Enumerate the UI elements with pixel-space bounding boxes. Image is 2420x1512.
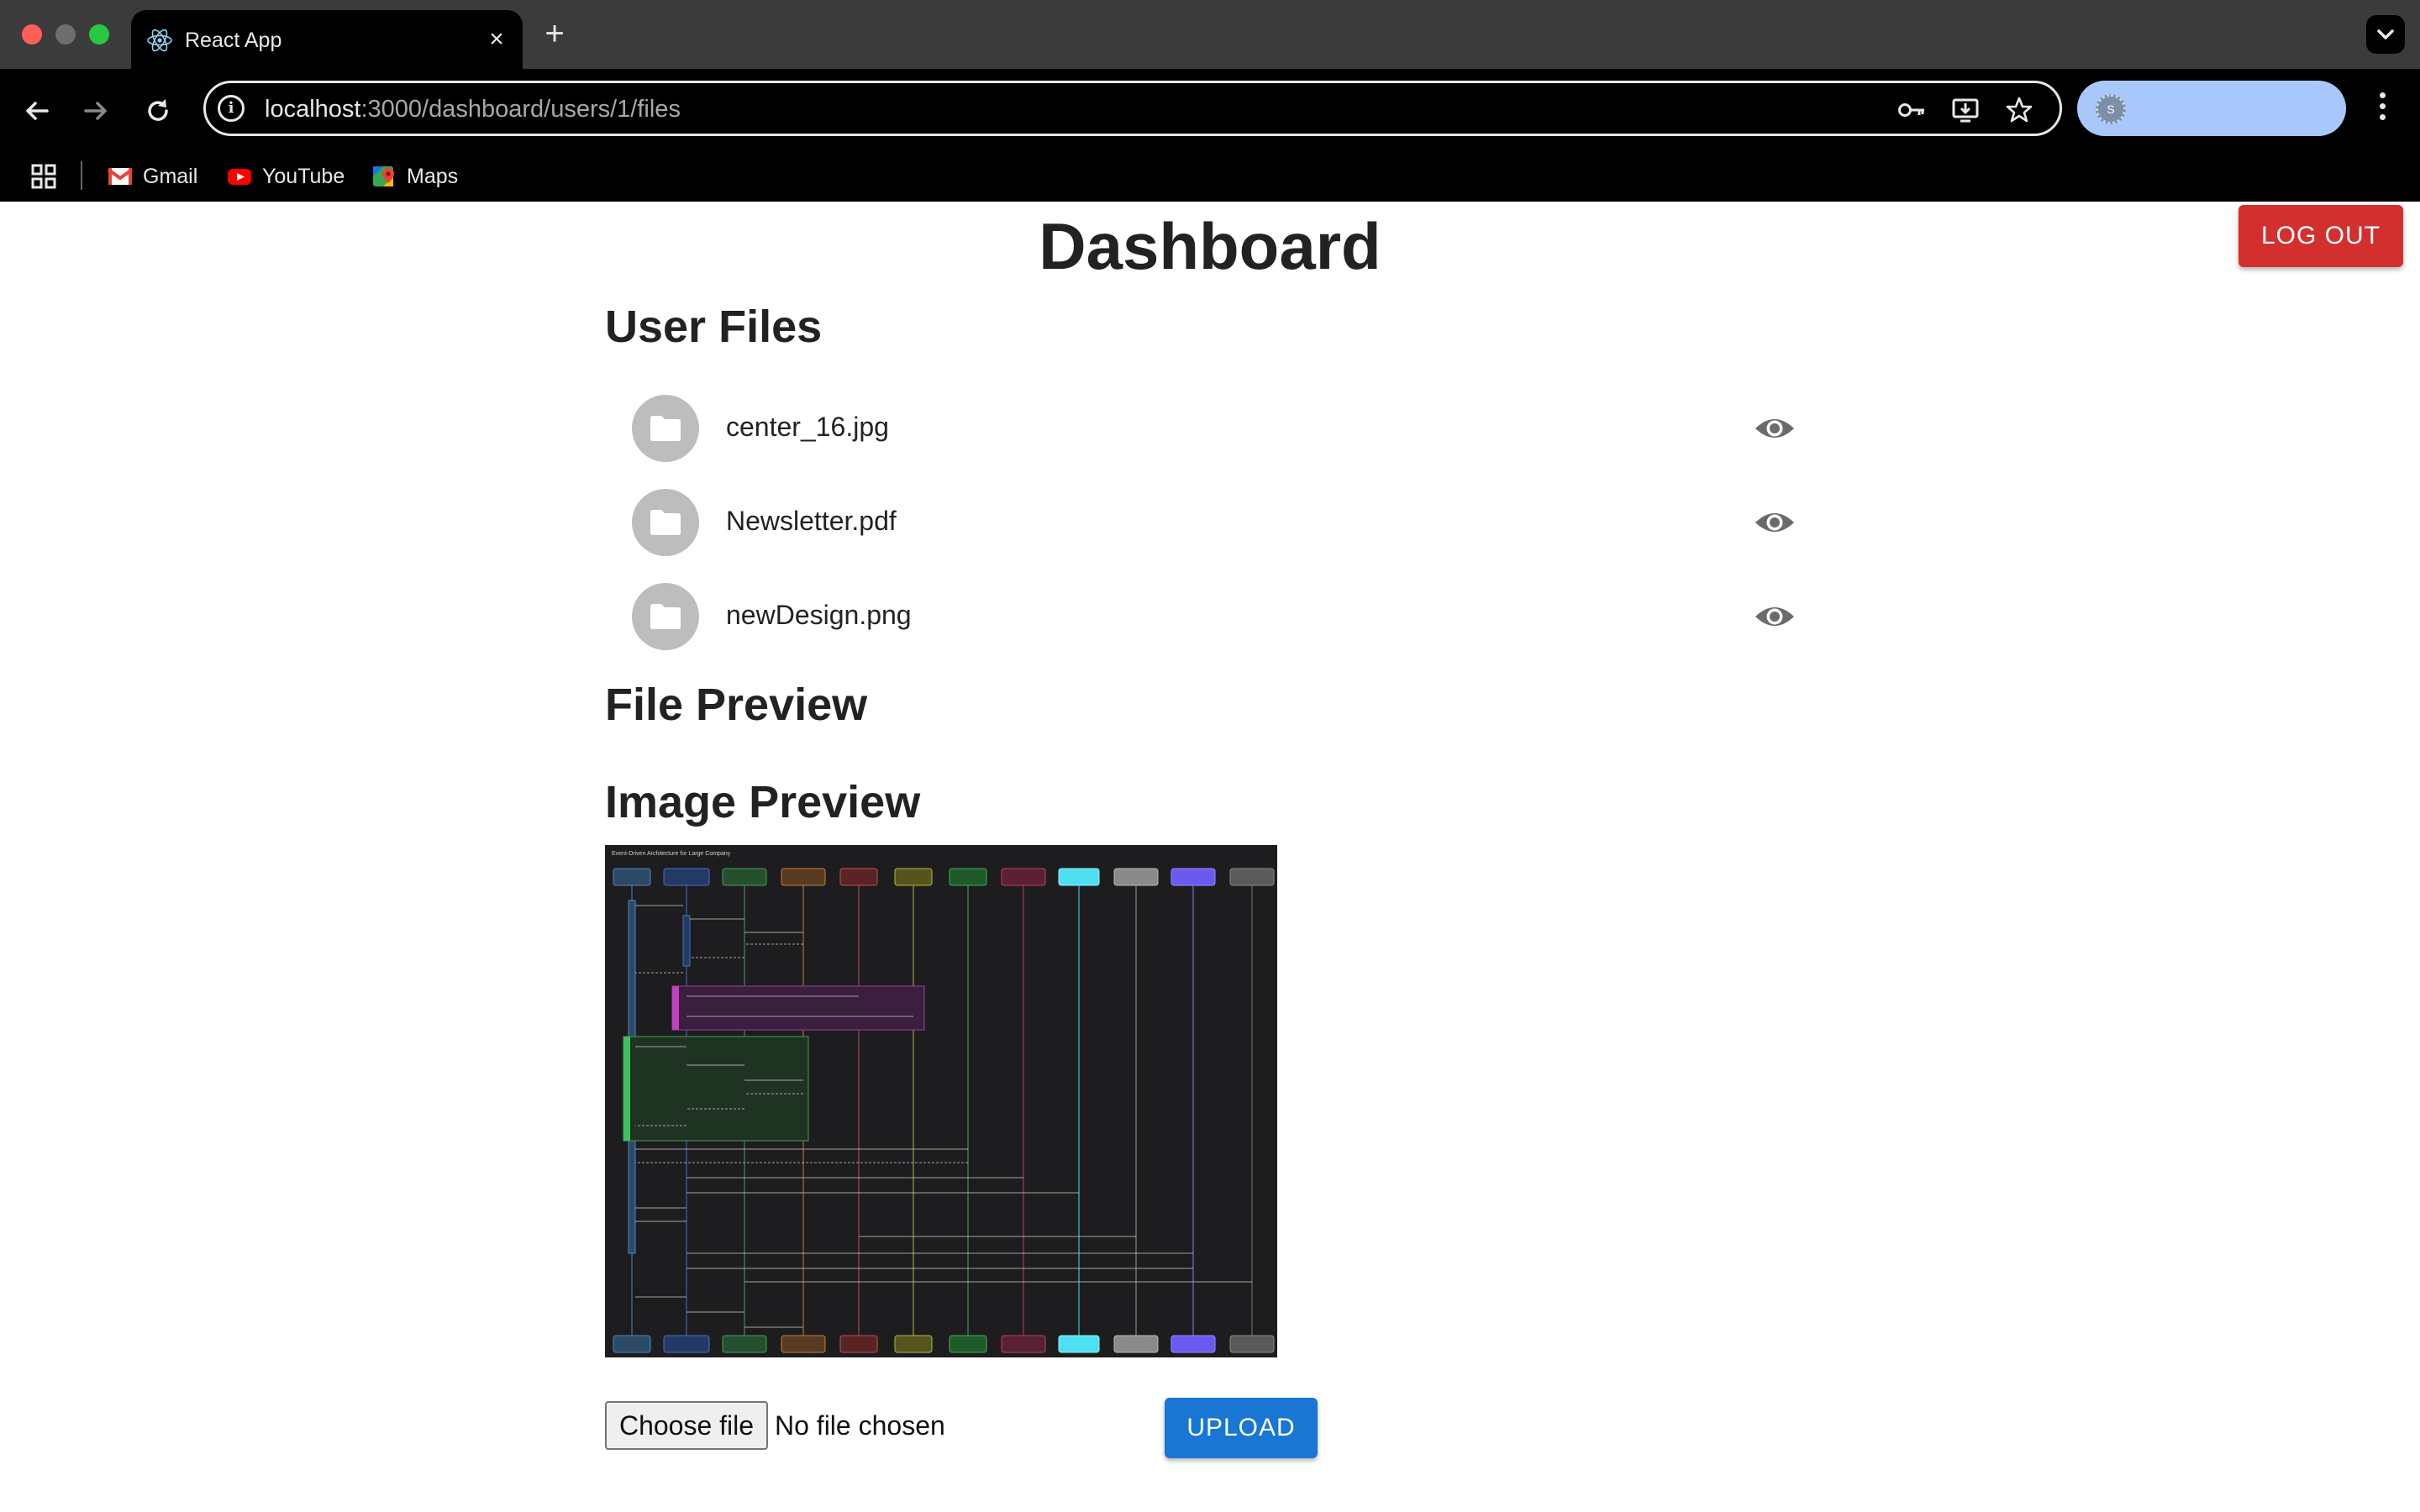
eye-icon[interactable] [1753, 407, 1797, 450]
file-status-text: No file chosen [775, 1410, 945, 1441]
folder-icon [650, 604, 681, 629]
file-avatar [632, 583, 699, 650]
bookmark-maps[interactable]: Maps [371, 161, 472, 192]
file-list-item[interactable]: center_16.jpg [605, 381, 1798, 475]
eye-icon[interactable] [1753, 595, 1797, 638]
youtube-icon [228, 169, 251, 185]
file-name: Newsletter.pdf [726, 506, 897, 536]
file-list-item[interactable]: Newsletter.pdf [605, 475, 1798, 570]
bookmark-youtube[interactable]: YouTube [227, 161, 353, 192]
file-preview-heading: File Preview [605, 680, 868, 730]
forward-arrow-icon [84, 102, 107, 120]
url-path: :3000/dashboard/users/1/files [360, 96, 681, 123]
address-bar[interactable]: i localhost:3000/dashboard/users/1/files [203, 81, 2062, 136]
url-host: localhost [265, 96, 361, 123]
upload-button[interactable]: UPLOAD [1165, 1398, 1318, 1458]
file-list-item[interactable]: newDesign.png [605, 570, 1798, 664]
reload-button[interactable] [139, 92, 176, 129]
browser-menu-button[interactable] [2370, 87, 2395, 129]
tab-search-button[interactable] [2366, 15, 2405, 54]
eye-icon[interactable] [1753, 501, 1797, 544]
tab-react-app[interactable]: React App × [131, 10, 523, 69]
tab-strip: React App × + [0, 0, 2420, 69]
chevron-down-icon [2377, 29, 2394, 39]
file-name: newDesign.png [726, 600, 912, 630]
page-title: Dashboard [1039, 209, 1381, 283]
key-icon[interactable] [1897, 95, 1927, 125]
dashboard-page: LOG OUT Dashboard User Files center_16.j… [0, 202, 2420, 1512]
bookmarks-divider [81, 161, 82, 190]
file-name: center_16.jpg [726, 412, 889, 442]
gmail-icon [108, 168, 133, 185]
avatar: S [2096, 94, 2126, 124]
install-app-icon[interactable] [1950, 95, 1981, 125]
new-tab-button[interactable]: + [538, 17, 571, 50]
back-button[interactable] [18, 92, 55, 129]
folder-icon [650, 510, 681, 535]
apps-grid-icon[interactable] [30, 163, 57, 190]
tab-title: React App [185, 29, 282, 52]
minimize-window-button[interactable] [55, 24, 76, 45]
close-window-button[interactable] [22, 24, 42, 45]
bookmark-label: Maps [407, 165, 459, 188]
image-preview: Event-Driven Architecture for Large Comp… [605, 845, 1277, 1357]
bookmark-label: YouTube [262, 165, 345, 188]
maximize-window-button[interactable] [89, 24, 109, 45]
choose-file-button[interactable]: Choose file [605, 1401, 768, 1450]
back-arrow-icon [26, 102, 49, 120]
browser-chrome: React App × + i localhost:3000/dashboard… [0, 0, 2420, 202]
forward-button[interactable] [77, 92, 114, 129]
bookmark-label: Gmail [143, 165, 198, 188]
maps-icon [373, 166, 394, 186]
bookmark-star-icon[interactable] [2004, 95, 2034, 125]
bookmarks-bar: Gmail YouTube Maps [0, 151, 2420, 202]
file-avatar [632, 489, 699, 556]
sequence-diagram-image: Event-Driven Architecture for Large Comp… [605, 845, 1277, 1357]
image-preview-heading: Image Preview [605, 777, 921, 827]
reload-icon [148, 99, 168, 121]
file-avatar [632, 395, 699, 462]
bookmark-gmail[interactable]: Gmail [108, 161, 208, 192]
user-files-heading: User Files [605, 302, 823, 352]
close-tab-icon[interactable]: × [482, 25, 511, 54]
site-info-icon[interactable]: i [218, 95, 245, 122]
react-icon [147, 29, 172, 52]
profile-button[interactable]: S [2077, 81, 2346, 136]
folder-icon [650, 416, 681, 441]
url-text[interactable]: localhost:3000/dashboard/users/1/files [265, 96, 681, 123]
diagram-caption: Event-Driven Architecture for Large Comp… [612, 851, 731, 857]
